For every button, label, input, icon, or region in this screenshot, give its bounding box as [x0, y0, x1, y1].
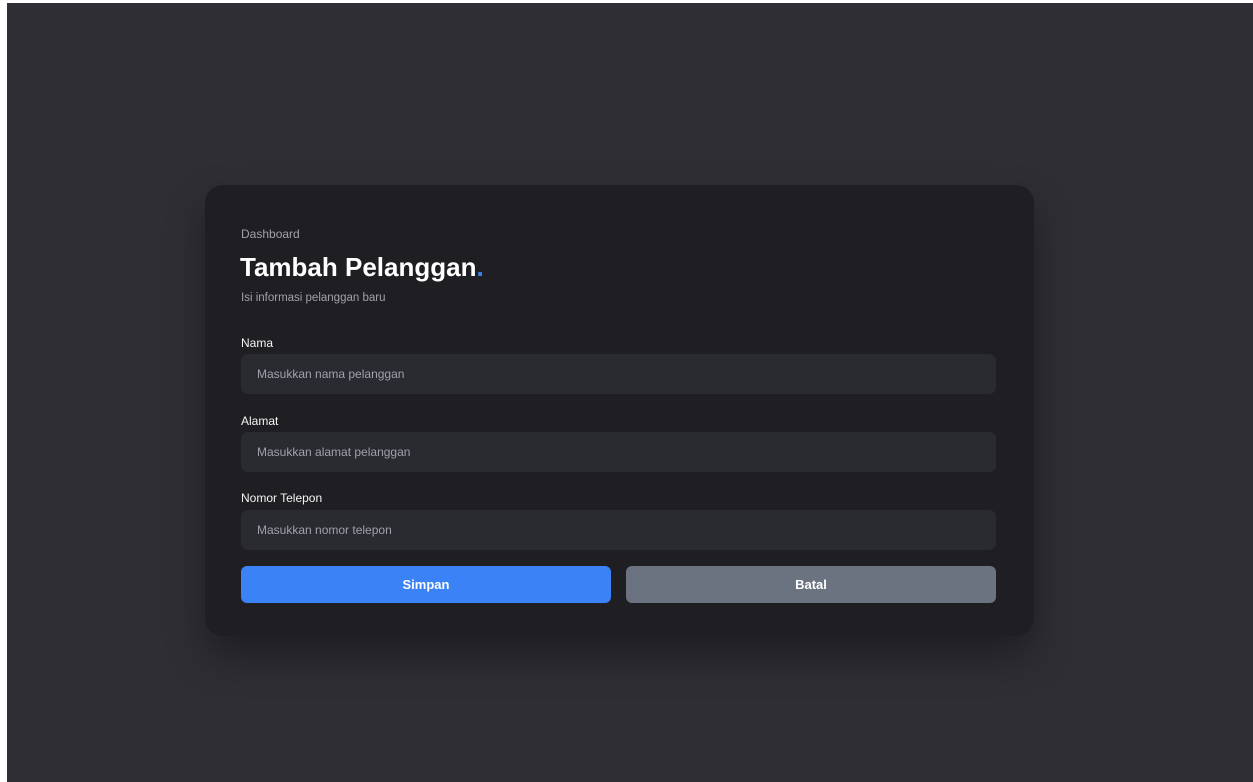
breadcrumb[interactable]: Dashboard: [241, 227, 300, 241]
phone-input[interactable]: [241, 510, 996, 550]
page-subtitle: Isi informasi pelanggan baru: [241, 292, 386, 304]
page-title-text: Tambah Pelanggan: [240, 252, 477, 282]
save-button[interactable]: Simpan: [241, 566, 611, 603]
phone-label: Nomor Telepon: [241, 491, 323, 505]
name-input[interactable]: [241, 354, 996, 394]
form-card: Dashboard Tambah Pelanggan. Isi informas…: [205, 185, 1034, 636]
app-viewport: Dashboard Tambah Pelanggan. Isi informas…: [7, 3, 1253, 782]
cancel-button[interactable]: Batal: [626, 566, 996, 603]
page-title: Tambah Pelanggan.: [240, 250, 484, 284]
address-input[interactable]: [241, 432, 996, 472]
name-label: Nama: [241, 336, 274, 350]
title-accent-dot: .: [476, 252, 484, 282]
address-label: Alamat: [241, 414, 279, 428]
